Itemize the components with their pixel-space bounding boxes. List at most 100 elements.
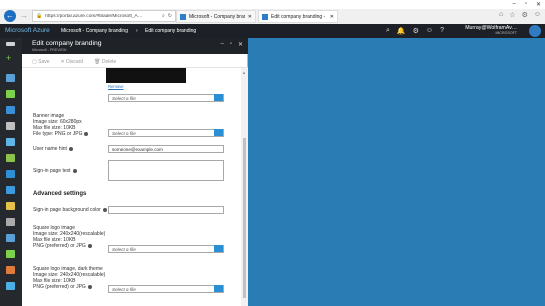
nav-monitor-icon[interactable]	[6, 234, 15, 242]
scroll-thumb[interactable]	[243, 138, 246, 298]
account-menu[interactable]: Murray@WolframAv… MICROSOFT	[465, 25, 517, 35]
close-blade-icon[interactable]: ✕	[238, 41, 243, 48]
breadcrumb-separator-icon: ›	[136, 28, 138, 34]
browse-folder-button[interactable]	[214, 285, 223, 292]
blade-scrollbar[interactable]: ▲	[241, 68, 248, 306]
signin-text-caption: Sign-in page text	[33, 168, 71, 174]
save-label: Save	[38, 59, 50, 65]
feedback-smiley-icon[interactable]: ☺	[426, 27, 433, 35]
delete-button[interactable]: 🗑 Delete	[94, 59, 116, 67]
window-titlebar: – ▫ ✕	[0, 0, 545, 9]
command-bar: ▢ Save ✕ Discard 🗑 Delete	[22, 54, 248, 68]
nav-all-resources-icon[interactable]	[6, 106, 15, 114]
nav-more-services-icon[interactable]	[6, 282, 15, 290]
nav-advisor-icon[interactable]	[6, 250, 15, 258]
info-icon[interactable]	[102, 207, 107, 212]
background-image-preview	[106, 68, 186, 83]
window-controls: – ▫ ✕	[512, 1, 541, 8]
browse-folder-button[interactable]	[214, 245, 223, 252]
remove-link[interactable]: Remove	[108, 84, 124, 89]
new-plus-icon[interactable]: +	[6, 54, 15, 63]
address-url[interactable]: https://portal.azure.com/#blade/Microsof…	[45, 14, 159, 19]
banner-label: Banner image Image size: 60x280px Max fi…	[33, 113, 89, 137]
discard-label: Discard	[66, 59, 84, 65]
info-icon[interactable]	[87, 284, 92, 289]
left-nav: +	[0, 38, 22, 306]
browse-folder-button[interactable]	[214, 94, 223, 101]
browse-folder-button[interactable]	[214, 129, 223, 136]
background-color-input[interactable]	[108, 206, 224, 214]
maximize-icon[interactable]: ▫	[525, 1, 527, 8]
info-icon[interactable]	[72, 168, 77, 173]
nav-cost-icon[interactable]	[6, 266, 15, 274]
nav-app-services-icon[interactable]	[6, 138, 15, 146]
username-hint-text: User name hint	[33, 146, 67, 152]
banner-file-input[interactable]: Select a file	[108, 129, 224, 137]
save-button[interactable]: ▢ Save	[32, 59, 50, 67]
scroll-up-icon[interactable]: ▲	[242, 70, 246, 75]
square-logo-dark-label: Square logo image, dark theme Image size…	[33, 266, 105, 290]
forward-button[interactable]: →	[18, 10, 30, 22]
azure-favicon-icon	[262, 13, 268, 20]
azure-brand[interactable]: Microsoft Azure	[5, 27, 50, 34]
square-logo-dark-file-input[interactable]: Select a file	[108, 285, 224, 293]
signin-text-label: Sign-in page text	[33, 168, 77, 174]
nav-cloud-services-icon[interactable]	[6, 186, 15, 194]
close-tab-icon[interactable]: ✕	[248, 14, 252, 20]
favorites-star-icon[interactable]: ☆	[509, 11, 515, 19]
browser-tools: ⌂ ☆ ⚙ ☺	[499, 11, 541, 19]
notifications-bell-icon[interactable]: 🔔	[397, 27, 406, 35]
square-logo-label: Square logo image Image size: 240x240(re…	[33, 225, 105, 249]
azure-favicon-icon	[180, 13, 186, 20]
blade-title: Edit company branding	[32, 40, 102, 47]
blade-controls: – ▫ ✕	[220, 41, 243, 48]
info-icon[interactable]	[87, 243, 92, 248]
nav-security-icon[interactable]	[6, 202, 15, 210]
blade-subtitle: Microsoft - PREVIEW	[32, 48, 67, 52]
search-icon[interactable]: ⌕	[386, 27, 390, 35]
background-color-caption: Sign-in page background color	[33, 207, 101, 213]
banner-label-filetype: File type: PNG or JPG	[33, 131, 83, 137]
signin-text-textarea[interactable]	[108, 160, 224, 181]
tab-edit-company-branding[interactable]: Edit company branding - M… ✕	[258, 10, 338, 23]
settings-gear-icon[interactable]: ⚙	[522, 11, 528, 19]
username-hint-label: User name hint	[33, 146, 73, 152]
breadcrumb-edit-branding[interactable]: Edit company branding	[145, 28, 196, 34]
settings-gear-icon[interactable]: ⚙	[413, 27, 419, 35]
azure-topbar: Microsoft Azure Microsoft - Company bran…	[0, 24, 545, 38]
search-icon[interactable]: ⌕	[162, 13, 165, 19]
edit-branding-blade: Edit company branding Microsoft - PREVIE…	[22, 38, 248, 306]
square-logo-filetype: PNG (preferred) or JPG	[33, 243, 86, 249]
username-hint-input[interactable]: someone@example.com	[108, 145, 224, 153]
avatar[interactable]	[529, 25, 541, 37]
nav-virtual-machines-icon[interactable]	[6, 154, 15, 162]
account-directory: MICROSOFT	[495, 31, 517, 35]
info-icon[interactable]	[84, 131, 89, 136]
dashboard-background	[248, 38, 545, 306]
nav-resource-groups-icon[interactable]	[6, 90, 15, 98]
tab-company-branding[interactable]: Microsoft - Company branding ✕	[176, 10, 256, 23]
minimize-blade-icon[interactable]: –	[220, 41, 223, 48]
maximize-blade-icon[interactable]: ▫	[230, 41, 232, 48]
refresh-icon[interactable]: ↻	[168, 13, 172, 19]
discard-button[interactable]: ✕ Discard	[61, 59, 84, 67]
advanced-settings-heading: Advanced settings	[33, 191, 87, 197]
close-icon[interactable]: ✕	[536, 1, 541, 8]
nav-dashboard-icon[interactable]	[6, 74, 15, 82]
smiley-icon[interactable]: ☺	[534, 11, 541, 19]
nav-subscriptions-icon[interactable]	[6, 218, 15, 226]
back-button[interactable]: ←	[4, 10, 16, 22]
nav-sql-icon[interactable]	[6, 170, 15, 178]
square-logo-file-input[interactable]: Select a file	[108, 245, 224, 253]
hamburger-menu-icon[interactable]	[6, 42, 15, 46]
nav-recent-icon[interactable]	[6, 122, 15, 130]
home-icon[interactable]: ⌂	[499, 11, 503, 19]
minimize-icon[interactable]: –	[512, 1, 515, 8]
delete-label: Delete	[101, 59, 117, 65]
close-tab-icon[interactable]: ✕	[330, 14, 334, 20]
breadcrumb-company-branding[interactable]: Microsoft - Company branding	[61, 28, 128, 34]
help-icon[interactable]: ?	[440, 27, 444, 35]
info-icon[interactable]	[68, 146, 73, 151]
background-image-file-input[interactable]: Select a file	[108, 94, 224, 102]
address-bar[interactable]: 🔒 https://portal.azure.com/#blade/Micros…	[32, 10, 176, 22]
